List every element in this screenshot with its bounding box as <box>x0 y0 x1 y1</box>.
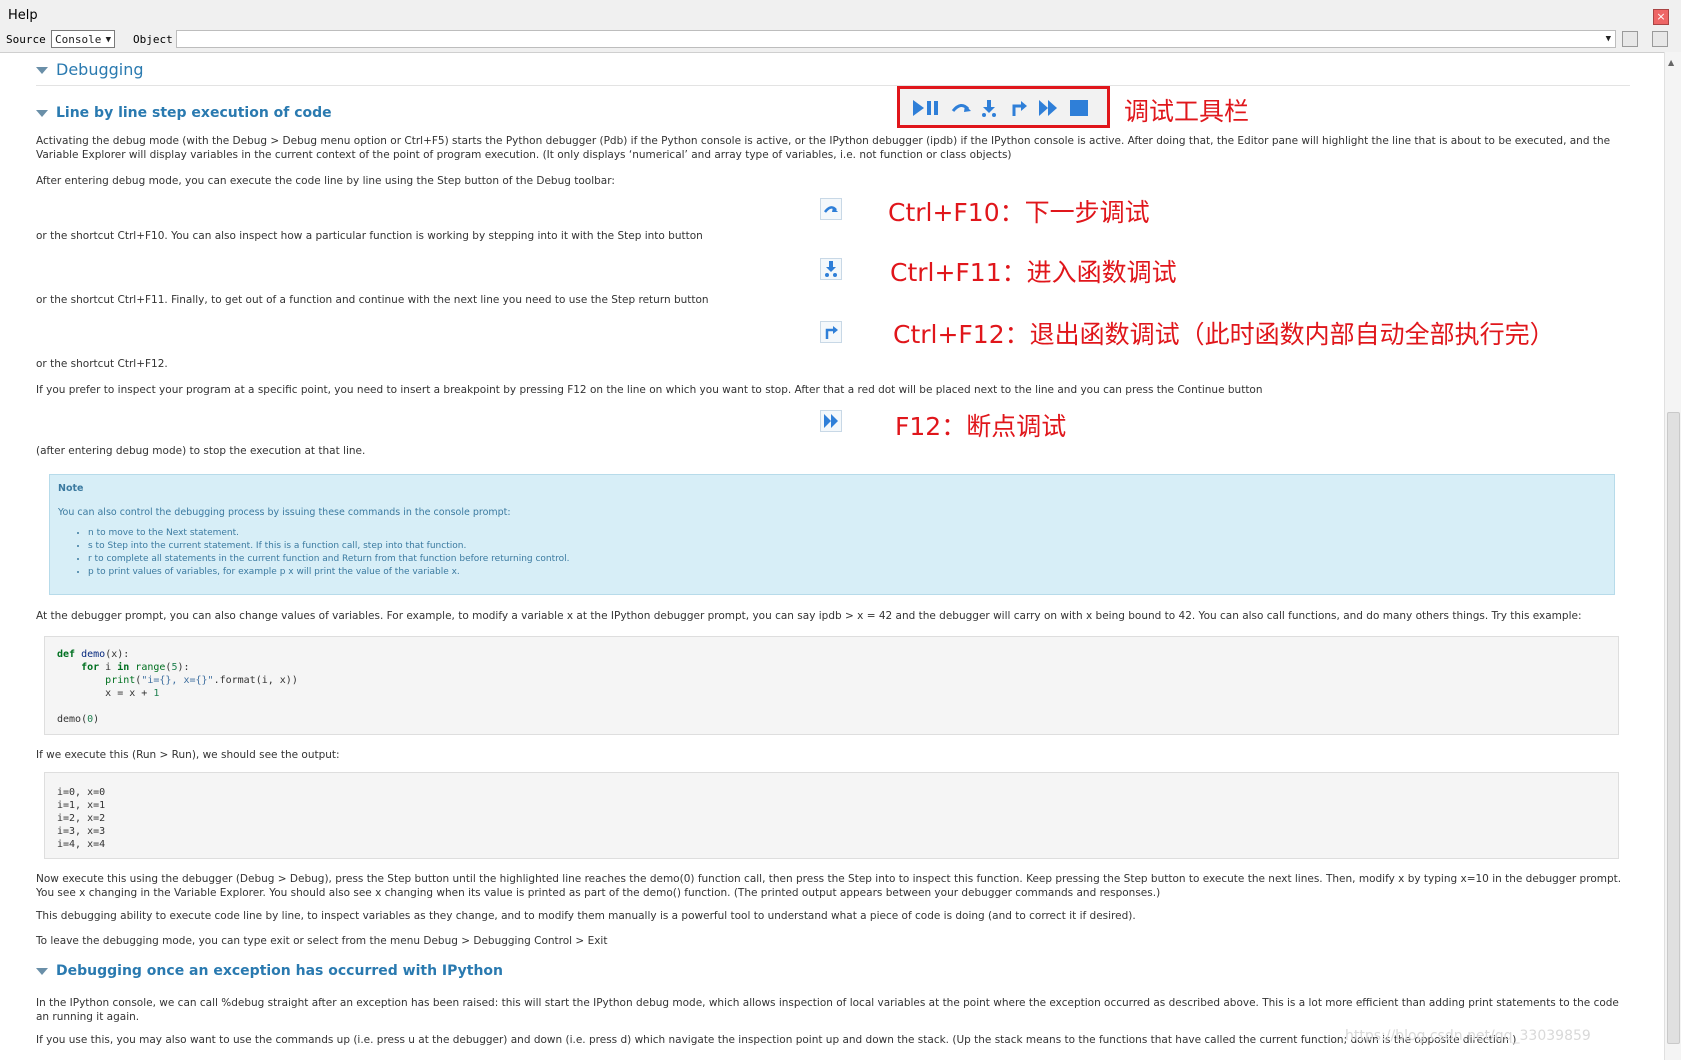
object-label: Object <box>133 33 173 46</box>
note-item: p to print values of variables, for exam… <box>88 566 570 579</box>
collapse-triangle-icon[interactable] <box>36 67 48 74</box>
note-title: Note <box>58 483 84 494</box>
note-item: s to Step into the current statement. If… <box>88 540 570 553</box>
source-toolbar: Source Console ▼ Object ▼ <box>0 28 1681 53</box>
annotation-continue: F12：断点调试 <box>895 412 1067 441</box>
section-heading-line-by-line[interactable]: Line by line step execution of code <box>36 105 332 121</box>
source-combo-value: Console <box>55 33 102 46</box>
paragraph: (after entering debug mode) to stop the … <box>36 445 366 457</box>
continue-icon <box>820 410 842 432</box>
paragraph: After entering debug mode, you can execu… <box>36 175 615 187</box>
note-item: r to complete all statements in the curr… <box>88 553 570 566</box>
section-heading-exception[interactable]: Debugging once an exception has occurred… <box>36 963 503 979</box>
watermark: https://blog.csdn.net/qq_33039859 <box>1345 1028 1591 1044</box>
scroll-up-icon[interactable]: ▲ <box>1668 58 1674 67</box>
chevron-down-icon: ▼ <box>105 35 111 45</box>
paragraph: At the debugger prompt, you can also cha… <box>36 610 1582 622</box>
output-block: i=0, x=0 i=1, x=1 i=2, x=2 i=3, x=3 i=4,… <box>44 772 1619 859</box>
lock-icon[interactable] <box>1622 31 1638 47</box>
paragraph: If you use this, you may also want to us… <box>36 1034 1517 1046</box>
annotation-step: Ctrl+F10：下一步调试 <box>888 198 1150 227</box>
source-label: Source <box>6 33 46 46</box>
source-combo[interactable]: Console ▼ <box>51 30 115 48</box>
window-title: Help <box>8 8 38 23</box>
step-icon <box>820 198 842 220</box>
stop-icon[interactable] <box>1068 99 1090 117</box>
note-intro: You can also control the debugging proce… <box>58 507 511 518</box>
paragraph: Activating the debug mode (with the Debu… <box>36 135 1611 161</box>
step-into-icon[interactable] <box>978 99 1000 117</box>
vertical-scrollbar[interactable]: ▲ <box>1664 52 1681 1060</box>
divider <box>36 85 1630 86</box>
section-title: Debugging <box>56 60 144 79</box>
collapse-triangle-icon[interactable] <box>36 967 48 975</box>
code-block: def demo(x): for i in range(5): print("i… <box>44 636 1619 735</box>
scrollbar-thumb[interactable] <box>1667 412 1680 1044</box>
section-title: Debugging once an exception has occurred… <box>56 963 504 979</box>
options-icon[interactable] <box>1652 31 1668 47</box>
output-text: i=0, x=0 i=1, x=1 i=2, x=2 i=3, x=3 i=4,… <box>57 787 106 850</box>
note-box: Note You can also control the debugging … <box>49 474 1615 595</box>
note-list: n to move to the Next statement. s to St… <box>58 527 570 579</box>
step-icon[interactable] <box>950 99 972 117</box>
object-input[interactable]: ▼ <box>176 30 1616 48</box>
title-bar: Help × <box>0 0 1681 29</box>
collapse-triangle-icon[interactable] <box>36 109 48 117</box>
paragraph: If we execute this (Run > Run), we shoul… <box>36 749 340 761</box>
paragraph: To leave the debugging mode, you can typ… <box>36 935 608 947</box>
section-title: Line by line step execution of code <box>56 105 332 121</box>
paragraph: Now execute this using the debugger (Deb… <box>36 873 1622 899</box>
step-into-icon <box>820 258 842 280</box>
note-item: n to move to the Next statement. <box>88 527 570 540</box>
close-icon[interactable]: × <box>1653 9 1669 25</box>
code-text: def demo(x): for i in range(5): print("i… <box>57 649 298 725</box>
chevron-down-icon[interactable]: ▼ <box>1606 34 1611 44</box>
paragraph: or the shortcut Ctrl+F11. Finally, to ge… <box>36 294 709 306</box>
annotation-step-into: Ctrl+F11：进入函数调试 <box>890 258 1177 287</box>
section-heading-debugging[interactable]: Debugging <box>36 60 144 79</box>
paragraph: If you prefer to inspect your program at… <box>36 384 1263 396</box>
debug-toolbar-highlight <box>897 86 1110 128</box>
paragraph: In the IPython console, we can call %deb… <box>36 997 1619 1023</box>
paragraph: This debugging ability to execute code l… <box>36 910 1136 922</box>
code-line: def <box>57 649 82 660</box>
continue-icon[interactable] <box>1037 99 1059 117</box>
debug-run-icon[interactable] <box>911 99 941 117</box>
step-return-icon <box>820 321 842 343</box>
paragraph: or the shortcut Ctrl+F12. <box>36 358 168 370</box>
annotation-step-return: Ctrl+F12：退出函数调试（此时函数内部自动全部执行完） <box>893 320 1555 349</box>
code-line: demo <box>81 649 106 660</box>
step-return-icon[interactable] <box>1008 99 1030 117</box>
annotation-toolbar: 调试工具栏 <box>1124 97 1250 126</box>
paragraph: or the shortcut Ctrl+F10. You can also i… <box>36 230 703 242</box>
